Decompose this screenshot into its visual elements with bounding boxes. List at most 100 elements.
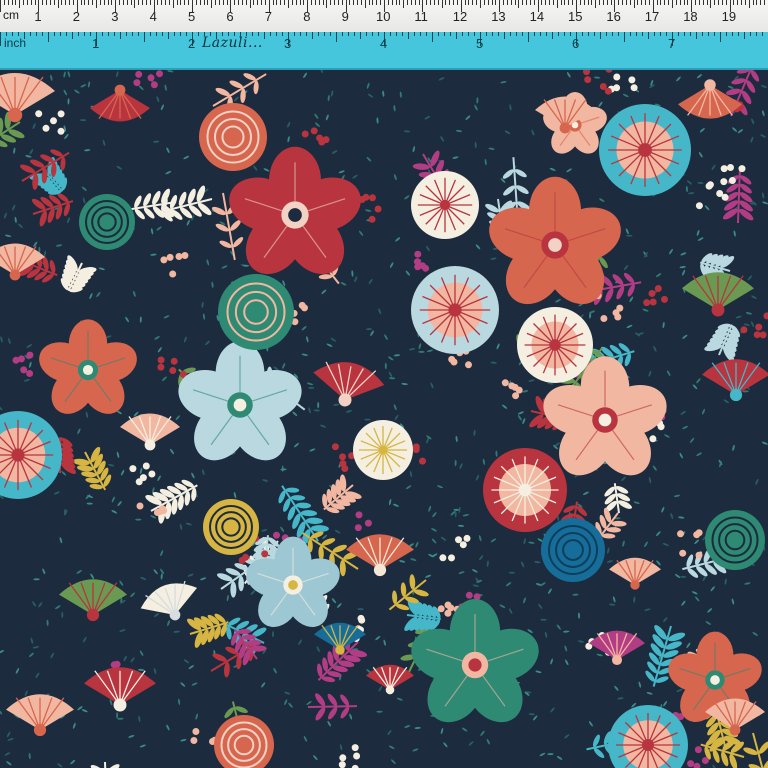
cm-tick (119, 0, 121, 5)
fan-base (729, 388, 743, 402)
cm-tick (257, 0, 259, 5)
cm-tick (134, 0, 136, 8)
cm-tick (744, 0, 746, 5)
inch-tick (522, 32, 523, 36)
inch-tick (624, 32, 625, 42)
cm-tick (579, 0, 581, 5)
burst-flower (599, 104, 691, 196)
sprig-leaf (238, 575, 245, 592)
berry (273, 531, 280, 539)
inch-tick (618, 32, 619, 36)
inch-number: 7 (668, 36, 676, 51)
cm-tick (53, 0, 55, 5)
fan-base (385, 685, 395, 695)
inch-tick (48, 32, 49, 42)
inch-tick (492, 32, 493, 36)
inch-tick (24, 32, 25, 39)
cm-tick (414, 0, 416, 5)
sprig-stem (307, 705, 358, 708)
inch-tick (612, 32, 613, 36)
berry (727, 164, 734, 171)
inch-tick (78, 32, 79, 36)
flower-center (288, 580, 298, 590)
inch-ruler: inch Lazuli... 1 2 3 4 5 6 7 (0, 32, 768, 70)
cm-tick (433, 0, 435, 5)
berry (135, 70, 143, 78)
berry (695, 202, 703, 210)
berry (455, 536, 462, 544)
berry (242, 553, 250, 561)
cm-tick (372, 0, 374, 5)
cm-tick (399, 0, 401, 5)
berry (613, 73, 621, 81)
inch-tick (366, 32, 367, 36)
cm-tick (606, 0, 608, 5)
berry (156, 70, 163, 78)
berry (157, 356, 165, 364)
cm-tick (641, 0, 643, 5)
cm-tick (107, 0, 109, 5)
cm-tick (741, 0, 743, 5)
cm-tick (587, 0, 589, 5)
berry (368, 215, 376, 223)
fan-base (113, 698, 127, 712)
cm-tick (34, 0, 36, 5)
inch-tick (318, 32, 319, 36)
cm-tick (510, 0, 512, 5)
cm-tick (303, 0, 305, 5)
cm-tick (11, 0, 13, 5)
inch-tick (714, 32, 715, 36)
berry (501, 379, 509, 387)
inch-tick (102, 32, 103, 36)
leaf-speck (384, 362, 387, 370)
inch-tick (294, 32, 295, 36)
inch-tick (408, 32, 409, 39)
berry (169, 367, 177, 374)
inch-tick (126, 32, 127, 36)
fan-base (711, 303, 725, 317)
inch-tick (630, 32, 631, 36)
berry (339, 460, 347, 468)
inch-tick (558, 32, 559, 36)
berry (136, 502, 144, 510)
inch-tick (750, 32, 751, 36)
inch-tick (708, 32, 709, 36)
cm-tick (165, 0, 167, 5)
fan-base (729, 724, 741, 736)
inch-tick (762, 32, 763, 36)
inch-tick (42, 32, 43, 36)
cm-tick (149, 0, 151, 5)
inch-tick (450, 32, 451, 36)
cm-tick (295, 0, 297, 5)
flower-center (710, 675, 720, 685)
inch-tick (594, 32, 595, 36)
inch-tick (744, 32, 745, 39)
inch-tick (204, 32, 205, 36)
cm-tick (15, 0, 17, 5)
cm-tick (522, 0, 524, 5)
berry (738, 165, 746, 173)
inch-tick (84, 32, 85, 36)
cm-tick (334, 0, 336, 5)
cm-tick (706, 0, 708, 5)
berry (57, 127, 65, 135)
berry (437, 605, 445, 613)
berry (649, 298, 657, 306)
cm-tick (311, 0, 313, 5)
inch-tick (378, 32, 379, 36)
cm-tick (122, 0, 124, 5)
cm-tick (288, 0, 289, 8)
inch-number: 1 (92, 36, 100, 51)
cm-tick (529, 0, 531, 5)
berry (26, 370, 34, 377)
cm-number: 1 (34, 9, 42, 24)
inch-tick (606, 32, 607, 36)
inch-tick (198, 32, 199, 36)
cm-tick (195, 0, 197, 5)
berry (679, 549, 687, 557)
inch-tick (690, 32, 691, 36)
cm-number: 6 (226, 9, 234, 24)
cm-number: 8 (303, 9, 311, 24)
cm-tick (80, 0, 82, 5)
berry (721, 193, 729, 201)
